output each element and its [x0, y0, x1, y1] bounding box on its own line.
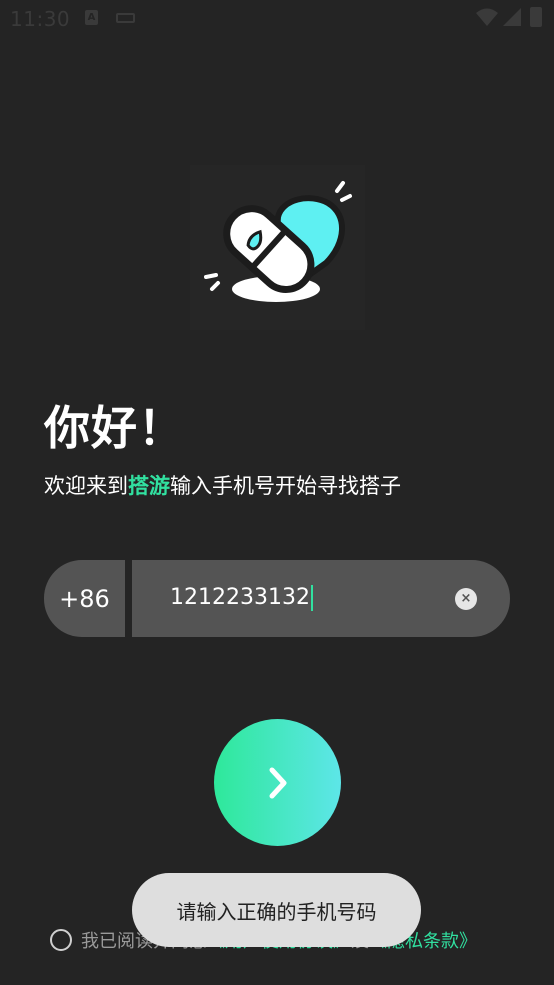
status-bar: 11:30 A [0, 0, 554, 38]
battery-icon [530, 7, 542, 27]
agree-radio-button[interactable] [50, 929, 72, 951]
pill-heart-logo-icon [190, 165, 365, 330]
next-button[interactable] [214, 719, 341, 846]
text-caret [310, 585, 313, 611]
divider [125, 560, 132, 637]
chevron-right-icon [269, 767, 286, 798]
country-code-selector[interactable]: +86 [44, 560, 125, 637]
phone-number-input[interactable]: 1212233132 [170, 580, 313, 616]
login-screen: 11:30 A 你好！ 欢迎来到搭游输入手机号开始寻找搭子 +86 121223… [0, 0, 554, 985]
toast-message: 请输入正确的手机号码 [132, 873, 421, 947]
app-notification-icon: A [85, 10, 98, 25]
status-time: 11:30 [10, 7, 71, 31]
wifi-icon [476, 8, 498, 26]
brand-name: 搭游 [128, 474, 170, 498]
phone-number-value: 1212233132 [170, 585, 310, 610]
greeting-title: 你好！ [44, 401, 185, 455]
welcome-subtitle: 欢迎来到搭游输入手机号开始寻找搭子 [44, 470, 401, 500]
subtitle-suffix: 输入手机号开始寻找搭子 [170, 474, 401, 498]
keyboard-icon [116, 13, 135, 23]
clear-input-button[interactable]: × [455, 588, 477, 610]
phone-input-box: +86 1212233132 × [44, 560, 510, 637]
signal-icon [503, 8, 521, 26]
subtitle-prefix: 欢迎来到 [44, 474, 128, 498]
